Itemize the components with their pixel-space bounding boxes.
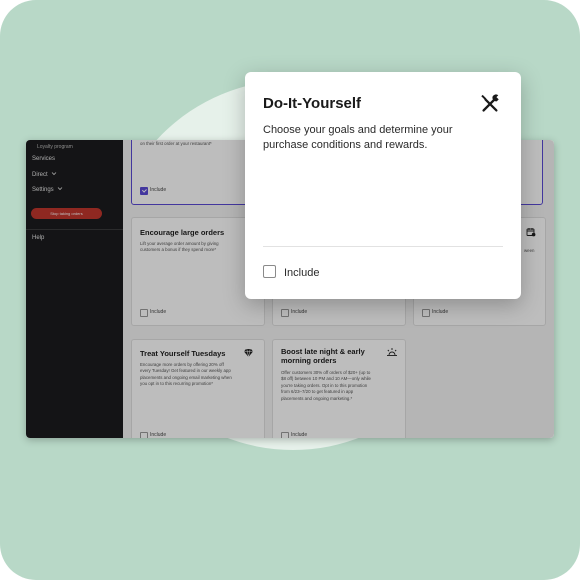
include-label: Include [284, 267, 320, 279]
modal-divider [263, 246, 503, 247]
tools-icon [481, 94, 499, 112]
modal-title: Do-It-Yourself [263, 95, 362, 112]
modal-description: Choose your goals and determine your pur… [263, 124, 453, 151]
diy-popover-card[interactable]: Do-It-Yourself Choose your goals and det… [245, 72, 521, 299]
frame-background: Loyalty program Services Direct Settings… [0, 0, 580, 580]
include-checkbox[interactable] [263, 265, 276, 278]
